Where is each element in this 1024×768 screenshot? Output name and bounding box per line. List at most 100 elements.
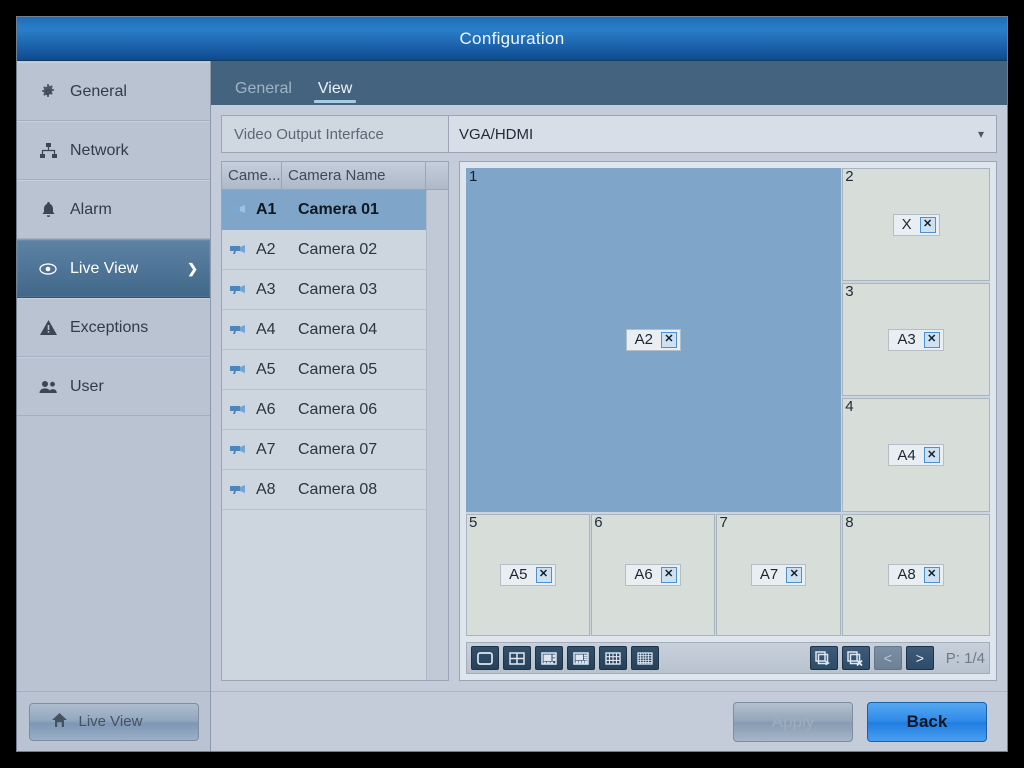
tab-view[interactable]: View bbox=[308, 80, 362, 105]
prev-page-label: < bbox=[883, 650, 892, 666]
apply-button[interactable]: Apply bbox=[733, 701, 853, 742]
column-header-camera-id: Came... bbox=[222, 162, 282, 190]
layout-pane-6[interactable]: 6 A6 ✕ bbox=[591, 513, 715, 636]
pane-number: 6 bbox=[594, 513, 603, 531]
sidebar-item-alarm[interactable]: Alarm bbox=[17, 180, 210, 239]
camera-row-a3[interactable]: A3 Camera 03 bbox=[222, 270, 426, 310]
close-icon[interactable]: ✕ bbox=[923, 566, 940, 583]
chevron-right-icon: ❯ bbox=[187, 260, 198, 276]
layout-3x3-button[interactable] bbox=[599, 646, 627, 670]
layout-pane-7[interactable]: 7 A7 ✕ bbox=[716, 513, 841, 636]
pane-number: 8 bbox=[845, 513, 854, 531]
pane-camera-tag[interactable]: A7 ✕ bbox=[750, 563, 807, 586]
layout-1p5-button[interactable] bbox=[535, 646, 563, 670]
pane-tag-wrap: A6 ✕ bbox=[592, 563, 714, 586]
layout-4x4-button[interactable] bbox=[631, 646, 659, 670]
page-title: Configuration bbox=[459, 28, 565, 48]
layout-toolbar: < > P: 1/4 bbox=[466, 642, 990, 674]
layout-grid: 1 A2 ✕ 2 X ✕ 3 A3 ✕ 4 A4 ✕ 5 A5 ✕ 6 A6 ✕… bbox=[466, 168, 990, 636]
close-icon[interactable]: ✕ bbox=[919, 216, 936, 233]
camera-icon bbox=[230, 284, 248, 296]
sidebar-item-label: User bbox=[70, 377, 104, 395]
back-button[interactable]: Back bbox=[867, 701, 987, 742]
layout-2x2-button[interactable] bbox=[503, 646, 531, 670]
close-icon[interactable]: ✕ bbox=[535, 566, 552, 583]
next-page-button[interactable]: > bbox=[905, 646, 934, 670]
pane-tag-wrap: A3 ✕ bbox=[843, 328, 989, 351]
camera-id: A4 bbox=[256, 320, 276, 338]
close-icon[interactable]: ✕ bbox=[923, 447, 940, 464]
pane-camera-label: A4 bbox=[897, 446, 916, 464]
clear-layout-button[interactable] bbox=[841, 646, 870, 670]
sidebar-item-network[interactable]: Network bbox=[17, 121, 210, 180]
layout-pane-2[interactable]: 2 X ✕ bbox=[842, 168, 990, 282]
apply-layout-button[interactable] bbox=[809, 646, 838, 670]
close-icon[interactable]: ✕ bbox=[661, 331, 677, 348]
camera-id: A2 bbox=[256, 240, 276, 258]
close-icon[interactable]: ✕ bbox=[923, 331, 940, 348]
camera-row-a6[interactable]: A6 Camera 06 bbox=[222, 390, 426, 430]
layout-1p7-button[interactable] bbox=[567, 646, 595, 670]
pane-number: 3 bbox=[845, 283, 854, 301]
layout-pane-4[interactable]: 4 A4 ✕ bbox=[842, 398, 990, 512]
pane-number: 2 bbox=[845, 168, 854, 185]
camera-row-a4[interactable]: A4 Camera 04 bbox=[222, 310, 426, 350]
camera-id: A6 bbox=[256, 400, 276, 418]
video-output-interface-select[interactable]: VGA/HDMI ▾ bbox=[449, 115, 997, 153]
pane-camera-tag[interactable]: A5 ✕ bbox=[500, 563, 556, 586]
pane-camera-label: X bbox=[901, 216, 912, 234]
configuration-window: Configuration General Network Alarm Live… bbox=[16, 16, 1008, 752]
camera-row-a7[interactable]: A7 Camera 07 bbox=[222, 430, 426, 470]
main-content: Video Output Interface VGA/HDMI ▾ Came..… bbox=[211, 105, 1007, 691]
camera-row-a8[interactable]: A8 Camera 08 bbox=[222, 470, 426, 510]
close-icon[interactable]: ✕ bbox=[660, 566, 677, 583]
pane-camera-tag[interactable]: A4 ✕ bbox=[888, 444, 944, 467]
camera-icon bbox=[230, 444, 248, 456]
sidebar-item-exceptions[interactable]: Exceptions bbox=[17, 298, 210, 357]
camera-rows: A1 Camera 01 A2 Camera 02 A3 Camera 03 A… bbox=[222, 190, 496, 680]
camera-icon bbox=[230, 324, 248, 336]
apply-button-label: Apply bbox=[771, 711, 815, 731]
pane-camera-tag[interactable]: X ✕ bbox=[892, 213, 940, 236]
pane-camera-tag[interactable]: A2 ✕ bbox=[625, 328, 681, 351]
pane-camera-label: A2 bbox=[634, 331, 653, 349]
pane-tag-wrap: A5 ✕ bbox=[467, 563, 589, 586]
sidebar-item-user[interactable]: User bbox=[17, 357, 210, 416]
camera-list-scrollbar[interactable] bbox=[426, 190, 448, 680]
layout-pane-5[interactable]: 5 A5 ✕ bbox=[466, 513, 590, 636]
view-content: Came... Camera Name A1 Camera 01 A2 Came… bbox=[221, 161, 997, 691]
layout-1x1-button[interactable] bbox=[471, 646, 499, 670]
tab-general[interactable]: General bbox=[225, 80, 302, 105]
video-output-interface-value: VGA/HDMI bbox=[459, 125, 534, 143]
camera-row-a1[interactable]: A1 Camera 01 bbox=[222, 190, 496, 412]
close-icon[interactable]: ✕ bbox=[786, 566, 803, 583]
window-body: General Network Alarm Live View ❯ Except… bbox=[17, 61, 1007, 751]
video-output-interface-label: Video Output Interface bbox=[221, 115, 449, 153]
footer-bar: Apply Back bbox=[211, 691, 1007, 751]
sidebar-item-label: General bbox=[70, 82, 127, 100]
live-view-shortcut-button[interactable]: Live View bbox=[28, 702, 199, 741]
layout-pane-3[interactable]: 3 A3 ✕ bbox=[842, 283, 990, 397]
back-button-label: Back bbox=[906, 711, 948, 731]
column-header-camera-name: Camera Name bbox=[282, 162, 426, 190]
pane-camera-tag[interactable]: A6 ✕ bbox=[625, 563, 681, 586]
pane-number: 5 bbox=[469, 513, 478, 531]
camera-list-header: Came... Camera Name bbox=[222, 162, 448, 190]
camera-icon bbox=[230, 204, 248, 216]
camera-row-a5[interactable]: A5 Camera 05 bbox=[222, 350, 426, 390]
pane-camera-tag[interactable]: A8 ✕ bbox=[888, 563, 944, 586]
pane-camera-tag[interactable]: A3 ✕ bbox=[888, 328, 944, 351]
camera-row-a2[interactable]: A2 Camera 02 bbox=[222, 230, 426, 270]
pane-number: 1 bbox=[469, 168, 478, 185]
video-output-interface-row: Video Output Interface VGA/HDMI ▾ bbox=[221, 115, 997, 153]
layout-pane-1[interactable]: 1 A2 ✕ bbox=[466, 168, 841, 512]
pane-tag-wrap: A7 ✕ bbox=[717, 563, 839, 586]
sidebar-item-general[interactable]: General bbox=[17, 62, 210, 121]
pane-tag-wrap: X ✕ bbox=[843, 213, 989, 236]
main-panel: General View Video Output Interface VGA/… bbox=[211, 61, 1007, 751]
sidebar-item-live-view[interactable]: Live View ❯ bbox=[17, 239, 210, 298]
camera-icon bbox=[230, 484, 248, 496]
prev-page-button[interactable]: < bbox=[873, 646, 902, 670]
pane-tag-wrap: A2 ✕ bbox=[467, 328, 840, 351]
layout-pane-8[interactable]: 8 A8 ✕ bbox=[842, 513, 990, 636]
